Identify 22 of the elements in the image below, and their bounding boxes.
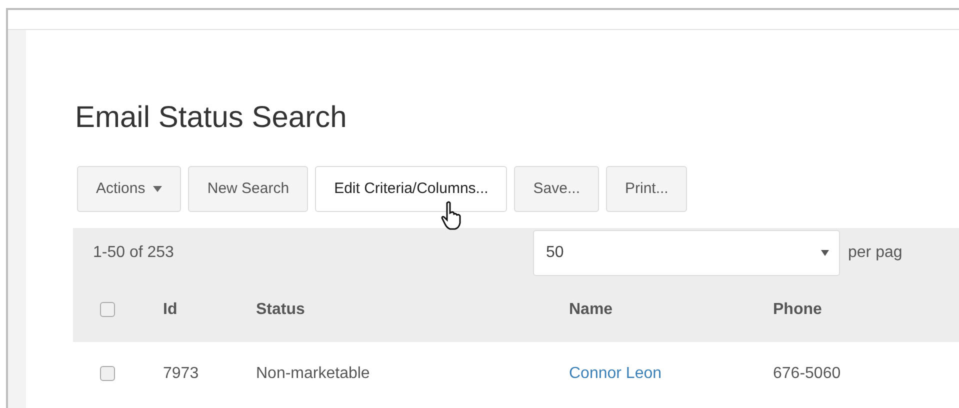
hand-cursor-icon xyxy=(440,201,464,231)
caret-icon xyxy=(153,186,162,192)
toolbar-button[interactable]: Print... xyxy=(606,166,688,212)
per-page-label: per pag xyxy=(848,242,902,262)
table-cell-text: 7973 xyxy=(163,364,200,384)
column-header: Phone xyxy=(773,300,822,320)
column-header: Status xyxy=(256,300,306,320)
contact-link[interactable]: Connor Leon xyxy=(569,364,662,382)
checkbox[interactable] xyxy=(100,302,115,317)
column-header: Id xyxy=(163,300,178,320)
column-header: Name xyxy=(569,300,614,320)
checkbox[interactable] xyxy=(100,366,115,381)
page-title: Email Status Search xyxy=(75,100,348,136)
toolbar-button[interactable]: Save... xyxy=(514,166,599,212)
toolbar-button[interactable]: Edit Criteria/Columns... xyxy=(315,166,508,212)
actions-dropdown[interactable]: Actions xyxy=(77,166,182,212)
table-cell-text: 676-5060 xyxy=(773,364,841,384)
caret-icon xyxy=(821,250,829,256)
result-range: 1-50 of 253 xyxy=(93,242,175,262)
table-cell-text: Non-marketable xyxy=(256,364,371,384)
toolbar-button[interactable]: New Search xyxy=(188,166,308,212)
page-size-select[interactable]: 50 xyxy=(533,230,840,276)
